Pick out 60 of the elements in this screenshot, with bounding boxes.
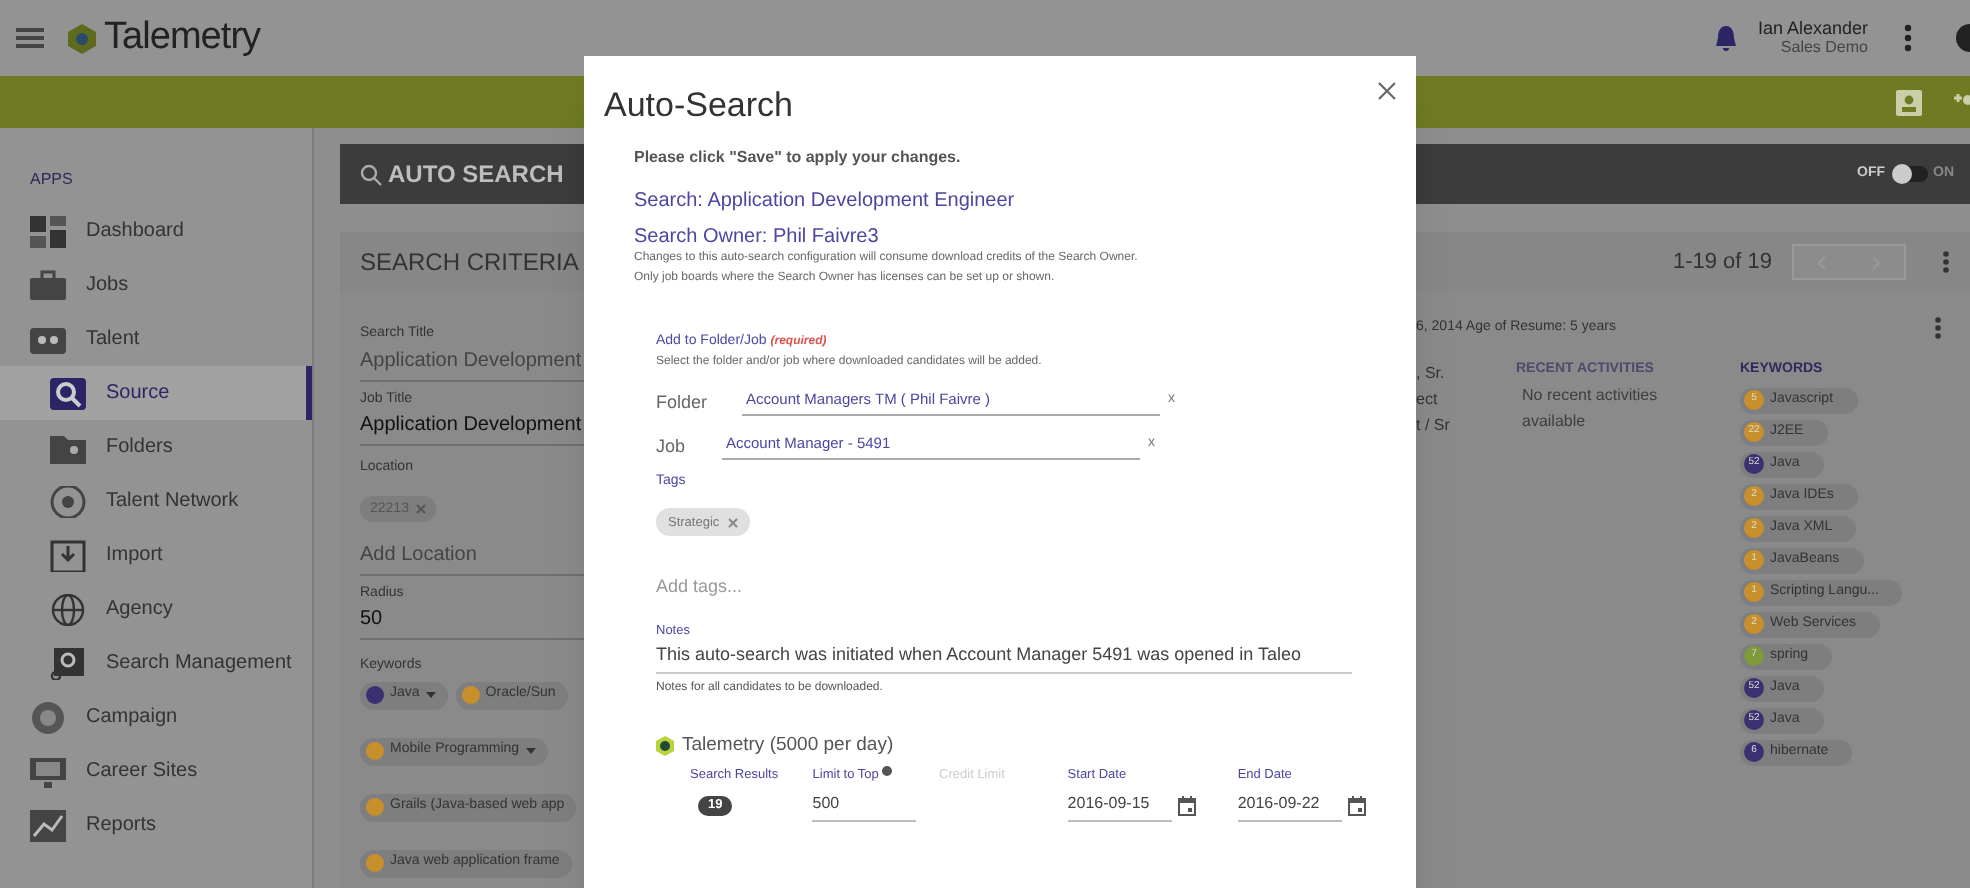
job-title-text: t / Sr (1416, 414, 1452, 438)
search-name: Search: Application Development Engineer (634, 187, 1017, 215)
more-options-icon (1904, 24, 1912, 52)
toolbar-title: AUTO SEARCH (388, 158, 564, 192)
panel-title: SEARCH CRITERIA (360, 246, 579, 280)
people-icon (30, 323, 66, 355)
monitor-icon (30, 755, 66, 787)
briefcase-icon (30, 269, 66, 301)
search-icon (360, 163, 382, 185)
section-heading: APPS (28, 168, 75, 192)
job-title-text: , Sr. (1416, 362, 1447, 386)
close-icon (1378, 82, 1396, 100)
bell-icon (1713, 24, 1738, 52)
field-label: Job (656, 433, 688, 459)
dialog-title: Auto-Search (604, 84, 793, 128)
hexagon-logo-icon (656, 735, 674, 756)
sidebar-item[interactable]: Jobs (0, 258, 312, 312)
more-options-icon (1942, 250, 1950, 274)
user-organization: Sales Demo (1780, 38, 1868, 58)
job-board-name: Talemetry (5000 per day) (682, 731, 894, 760)
sidebar-item[interactable]: Campaign (0, 690, 312, 744)
tags-input[interactable]: Add tags... (656, 573, 1376, 600)
sidebar-item[interactable]: Source (0, 366, 312, 420)
contact-card-icon (1896, 89, 1922, 115)
download-icon (50, 539, 86, 571)
brand-logo: Talemetry (104, 13, 261, 62)
field-label: Folder (656, 389, 710, 415)
folder-icon (50, 431, 86, 463)
sidebar-item[interactable]: Career Sites (0, 744, 312, 798)
toggle-switch[interactable] (1891, 166, 1927, 182)
user-name: Ian Alexander (1757, 18, 1868, 38)
calendar-icon (1347, 796, 1366, 816)
close-icon (416, 504, 427, 515)
menu-icon (16, 26, 44, 50)
date-field[interactable]: 2016-09-22 (1237, 791, 1342, 821)
instruction-text: Please click "Save" to apply your changes. (634, 145, 963, 169)
search-icon (50, 377, 86, 409)
input-field[interactable]: 500 (812, 791, 917, 821)
sidebar-item[interactable]: Talent (0, 312, 312, 366)
search-owner: Search Owner: Phil Faivre3 (634, 225, 881, 247)
sidebar-item[interactable]: Agency (0, 582, 312, 636)
notes-textarea[interactable]: This auto-search was initiated when Account Manager 5491 was opened in Taleo (656, 641, 1352, 674)
sidebar-item[interactable]: Search Management (0, 636, 312, 690)
search-icon (50, 647, 86, 679)
close-icon (727, 517, 738, 528)
dashboard-icon (30, 215, 66, 247)
sidebar-item[interactable]: Reports (0, 798, 312, 852)
sidebar-item[interactable]: Import (0, 528, 312, 582)
more-options-icon (1934, 316, 1942, 340)
pagination-text: 1-19 of 19 (1672, 247, 1772, 278)
job-title-text: ect (1416, 388, 1440, 412)
sidebar-item[interactable]: Folders (0, 420, 312, 474)
help-icon (1956, 24, 1970, 52)
date-field[interactable]: 2016-09-15 (1067, 791, 1172, 821)
sidebar-item[interactable]: Talent Network (0, 474, 312, 528)
empty-state-text: No recent activities available (1520, 383, 1660, 433)
calendar-icon (1177, 796, 1196, 816)
chart-icon (30, 809, 66, 841)
sidebar-item[interactable]: Dashboard (0, 204, 312, 258)
hexagon-logo-icon (68, 23, 96, 53)
